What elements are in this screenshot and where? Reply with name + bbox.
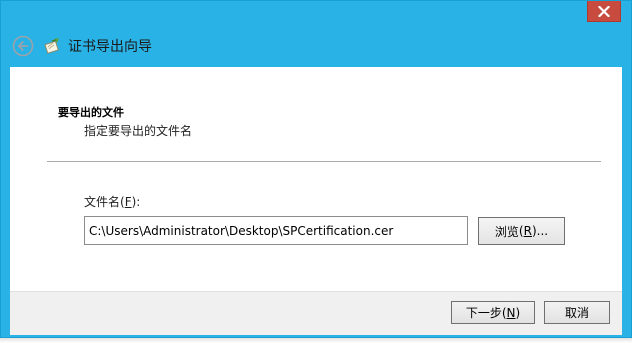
back-button[interactable] bbox=[12, 35, 34, 57]
back-arrow-icon bbox=[12, 35, 34, 57]
window-shadow bbox=[0, 338, 632, 343]
next-button-label: 下一步 bbox=[465, 306, 502, 320]
wizard-content: 要导出的文件 指定要导出的文件名 文件名(F): 浏览(R)... bbox=[10, 67, 622, 291]
filename-input[interactable] bbox=[84, 216, 468, 245]
wizard-footer: 下一步(N) 取消 bbox=[10, 291, 622, 335]
filename-label: 文件名(F): bbox=[84, 195, 141, 209]
wizard-title: 证书导出向导 bbox=[68, 39, 152, 55]
filename-label-text: 文件名 bbox=[84, 195, 121, 209]
browse-button-label: 浏览 bbox=[494, 224, 519, 239]
wizard-window: 证书导出向导 要导出的文件 指定要导出的文件名 文件名(F): 浏览(R)...… bbox=[0, 0, 632, 338]
close-icon bbox=[598, 5, 610, 17]
browse-button-mnemonic: R bbox=[523, 224, 532, 238]
page-description: 指定要导出的文件名 bbox=[84, 124, 193, 138]
close-button[interactable] bbox=[587, 1, 621, 22]
browse-button[interactable]: 浏览(R)... bbox=[478, 217, 565, 245]
filename-label-mnemonic: F bbox=[124, 195, 132, 209]
next-button[interactable]: 下一步(N) bbox=[451, 301, 535, 324]
next-button-mnemonic: N bbox=[506, 305, 516, 320]
cancel-button-label: 取消 bbox=[564, 306, 589, 320]
header-divider bbox=[47, 161, 601, 162]
wizard-header: 证书导出向导 bbox=[1, 23, 631, 67]
page-heading: 要导出的文件 bbox=[58, 106, 124, 119]
cancel-button[interactable]: 取消 bbox=[544, 301, 610, 324]
certificate-wizard-icon bbox=[43, 37, 61, 55]
